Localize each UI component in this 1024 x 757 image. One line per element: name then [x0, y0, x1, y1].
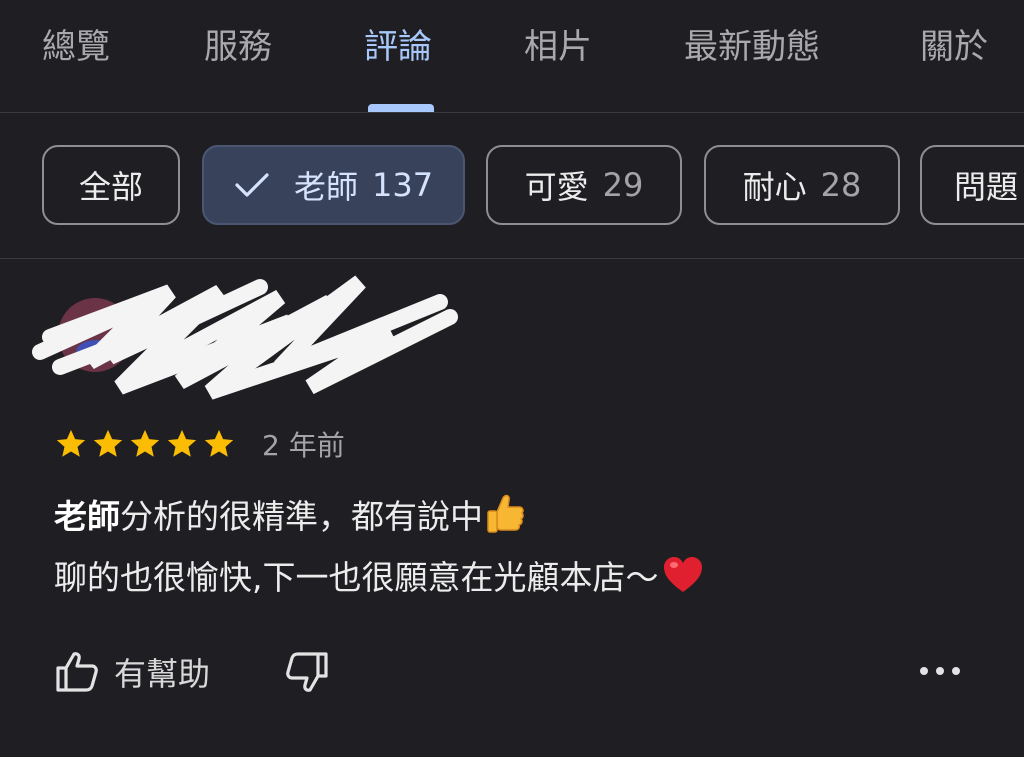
- star-icon: [56, 429, 86, 457]
- tab-reviews[interactable]: 評論: [364, 22, 432, 72]
- tab-about[interactable]: 關於: [920, 22, 988, 72]
- highlighted-keyword: 老師: [54, 497, 120, 536]
- review-filter-chips: 全部 老師 137 可愛 29 耐心 28 問題: [0, 112, 1024, 259]
- chip-patience[interactable]: 耐心 28: [704, 145, 900, 225]
- redaction-scribble: [32, 275, 458, 400]
- review-line-1-text: 分析的很精準，都有說中: [120, 497, 483, 536]
- dot: [952, 667, 960, 675]
- tab-services[interactable]: 服務: [204, 22, 272, 72]
- review-body: 老師分析的很精準，都有說中 聊的也很愉快,下一也很願意在光顧本店～: [54, 490, 705, 612]
- chip-cute[interactable]: 可愛 29: [486, 145, 682, 225]
- chip-label: 耐心: [742, 168, 807, 206]
- helpful-label: 有幫助: [114, 655, 211, 693]
- check-icon: [234, 170, 270, 200]
- review-time: 2 年前: [262, 429, 345, 462]
- thumbs-down-icon: [286, 652, 328, 692]
- more-options-icon[interactable]: [920, 656, 960, 686]
- chip-all[interactable]: 全部: [42, 145, 180, 225]
- chip-label: 老師: [293, 168, 358, 206]
- review-line-2: 聊的也很愉快,下一也很願意在光顧本店～: [54, 551, 705, 612]
- chip-label: 可愛: [524, 168, 589, 206]
- thumbs-up-icon: [56, 652, 98, 692]
- review-actions: 有幫助: [54, 640, 330, 704]
- tab-updates[interactable]: 最新動態: [684, 22, 820, 72]
- active-tab-indicator: [368, 104, 434, 112]
- not-helpful-button[interactable]: [284, 649, 330, 695]
- review-line-2-text: 聊的也很愉快,下一也很願意在光顧本店～: [54, 558, 659, 597]
- chip-count: 137: [371, 166, 434, 204]
- helpful-button[interactable]: 有幫助: [54, 649, 210, 695]
- chip-label: 全部: [78, 168, 143, 206]
- thumbs-up-emoji-icon: [483, 492, 527, 551]
- star-icon: [93, 429, 123, 457]
- chip-teacher[interactable]: 老師 137: [202, 145, 465, 225]
- star-icon: [204, 429, 234, 457]
- red-heart-emoji-icon: [661, 553, 705, 612]
- review-line-1: 老師分析的很精準，都有說中: [54, 490, 705, 551]
- tab-photos[interactable]: 相片: [524, 22, 592, 72]
- star-icon: [167, 429, 197, 457]
- chip-question[interactable]: 問題: [920, 145, 1024, 225]
- tab-overview[interactable]: 總覽: [42, 22, 110, 72]
- chip-count: 28: [820, 166, 862, 204]
- dot: [920, 667, 928, 675]
- dot: [936, 667, 944, 675]
- star-rating: [54, 427, 236, 461]
- review-rating-row: 2 年前: [54, 424, 345, 464]
- star-icon: [130, 429, 160, 457]
- reviews-screen: 總覽 服務 評論 相片 最新動態 關於 全部 老師 137 可愛 29 耐心 2…: [0, 0, 1024, 757]
- chip-label: 問題: [954, 168, 1019, 206]
- tab-bar: 總覽 服務 評論 相片 最新動態 關於: [0, 0, 1024, 113]
- chip-count: 29: [602, 166, 644, 204]
